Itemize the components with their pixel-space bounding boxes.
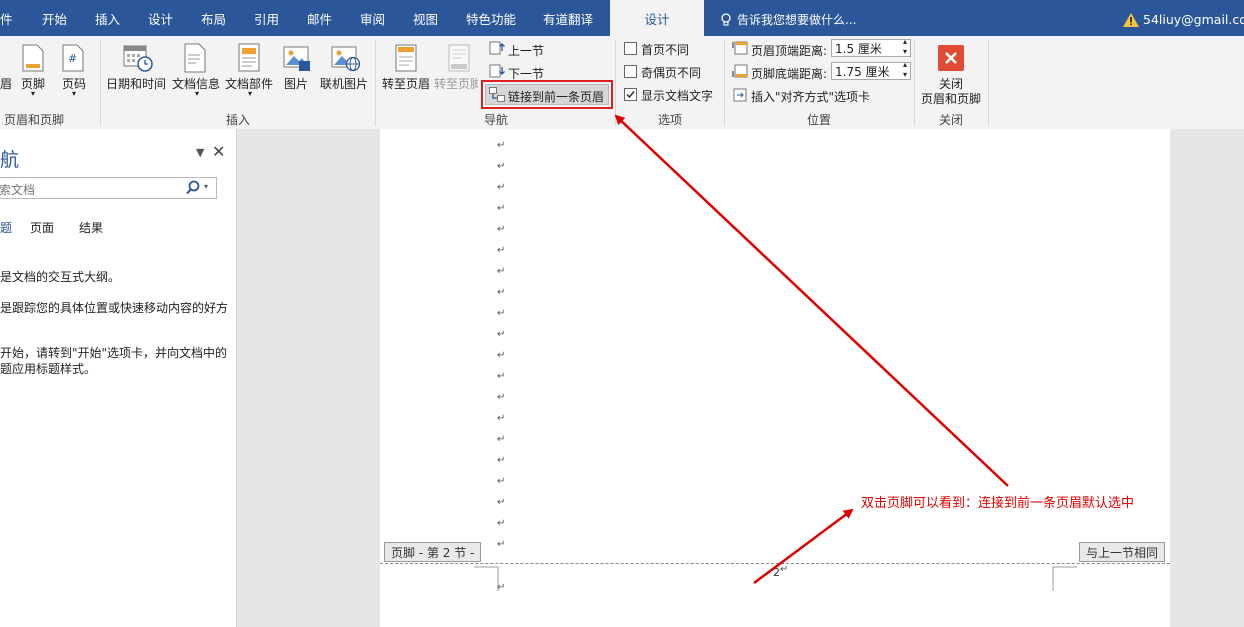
annotation-text: 双击页脚可以看到：连接到前一条页眉默认选中	[861, 492, 1135, 511]
arrow-to-link-button	[614, 114, 1009, 487]
arrow-to-annotation	[753, 508, 854, 585]
annotation-arrows	[614, 114, 1009, 585]
